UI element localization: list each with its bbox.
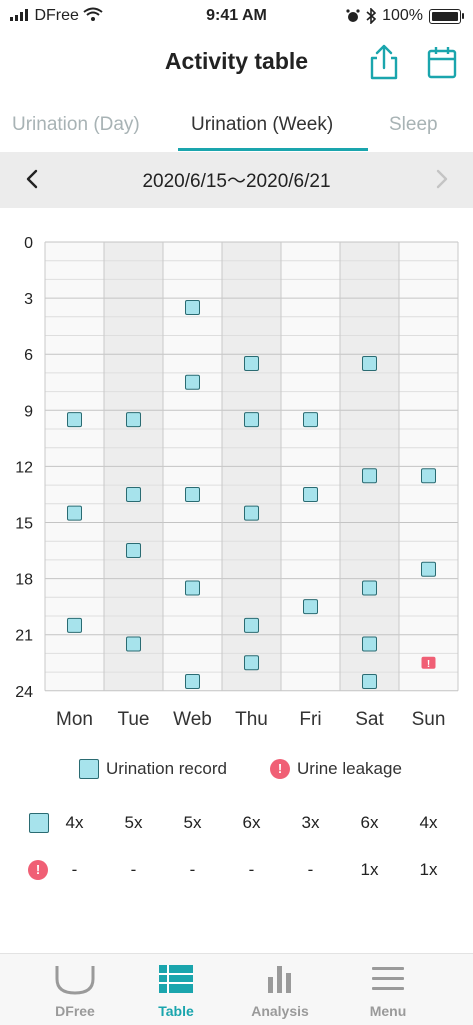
active-tab-indicator	[178, 148, 368, 151]
urination-record-marker	[185, 299, 200, 315]
y-tick-label: 9	[24, 403, 33, 420]
legend-record-label: Urination record	[106, 759, 227, 778]
urination-record-marker	[303, 486, 318, 502]
y-tick-label: 12	[15, 459, 33, 476]
tab-urination-day[interactable]: Urination (Day)	[12, 114, 140, 136]
urination-record-marker	[244, 505, 259, 521]
urination-record-marker	[185, 374, 200, 390]
y-tick-label: 0	[24, 235, 33, 252]
urination-record-marker	[303, 599, 318, 615]
legend-leakage-label: Urine leakage	[297, 759, 402, 778]
leakage-marker-glyph: !	[427, 659, 430, 670]
urination-record-marker	[244, 356, 259, 372]
urination-record-marker	[126, 543, 141, 559]
battery-icon	[429, 8, 464, 24]
date-range-bar: 2020/6/15～2020/6/21	[0, 152, 473, 208]
urination-record-marker	[185, 580, 200, 596]
urination-record-marker	[362, 673, 377, 689]
leak-count-fri: -	[307, 860, 314, 879]
nav-table-label: Table	[158, 1003, 194, 1019]
urination-record-marker	[126, 412, 141, 428]
leak-count-mon: -	[71, 860, 78, 879]
leak-count-tue: -	[130, 860, 137, 879]
status-bar: DFree 9:41 AM 100%	[0, 0, 473, 34]
dfree-icon	[55, 966, 95, 995]
weekly-urination-chart: 0 3 6 9 12 15 18 21 24 Mon Tue Web Thu Fri Sat Sun!	[15, 235, 459, 730]
urination-record-legend-icon	[79, 759, 99, 779]
x-day-label: Tue	[117, 709, 149, 730]
urination-record-marker	[126, 486, 141, 502]
summary-table: ! 4x 5x 5x 6x 3x 6x 4x - - - - - 1x 1x	[0, 808, 473, 888]
header: Activity table	[0, 34, 473, 92]
y-tick-label: 24	[15, 684, 33, 701]
urination-record-marker	[244, 655, 259, 671]
urine-leakage-legend-icon: !	[270, 759, 290, 779]
urination-record-marker	[67, 412, 82, 428]
bar-chart-icon	[268, 966, 291, 993]
bottom-nav: DFree Table Analysis Menu	[0, 953, 473, 1025]
record-count-mon: 4x	[65, 813, 84, 832]
record-count-wed: 5x	[183, 813, 202, 832]
battery-percent: 100%	[382, 7, 423, 24]
date-range: 2020/6/15～2020/6/21	[142, 171, 331, 192]
share-icon[interactable]	[366, 42, 402, 82]
record-count-fri: 3x	[301, 813, 320, 832]
x-day-label: Sun	[412, 709, 446, 730]
nav-menu[interactable]: Menu	[329, 954, 447, 1025]
urination-record-marker	[303, 412, 318, 428]
nav-analysis[interactable]: Analysis	[221, 954, 339, 1025]
tab-sleep[interactable]: Sleep	[389, 114, 438, 136]
urination-record-marker	[362, 636, 377, 652]
leak-count-thu: -	[248, 860, 255, 879]
x-day-label: Sat	[355, 709, 384, 730]
y-tick-label: 21	[15, 628, 33, 645]
urination-record-marker	[244, 617, 259, 633]
urination-record-marker	[185, 673, 200, 689]
urination-record-marker	[67, 505, 82, 521]
alarm-icon	[346, 9, 360, 22]
x-day-label: Mon	[56, 709, 93, 730]
nav-table[interactable]: Table	[117, 954, 235, 1025]
record-count-sat: 6x	[360, 813, 379, 832]
urination-record-marker	[362, 356, 377, 372]
status-right: 100%	[346, 7, 464, 25]
chevron-right-icon[interactable]	[432, 166, 452, 192]
urination-record-marker	[362, 580, 377, 596]
x-day-label: Fri	[299, 709, 321, 730]
x-day-label: Thu	[235, 709, 268, 730]
tab-urination-week[interactable]: Urination (Week)	[191, 114, 333, 136]
urination-record-marker	[126, 636, 141, 652]
y-tick-label: 3	[24, 291, 33, 308]
tab-bar: Urination (Day) Urination (Week) Sleep	[0, 100, 473, 152]
page-title: Activity table	[164, 48, 309, 74]
record-count-thu: 6x	[242, 813, 261, 832]
y-tick-label: 15	[15, 516, 33, 533]
urination-record-marker	[185, 486, 200, 502]
urination-record-marker	[421, 468, 436, 484]
urination-record-marker	[362, 468, 377, 484]
urination-record-marker	[244, 412, 259, 428]
y-tick-label: 6	[24, 347, 33, 364]
leak-count-sun: 1x	[419, 860, 438, 879]
urination-record-marker	[67, 617, 82, 633]
record-count-tue: 5x	[124, 813, 143, 832]
table-icon	[159, 965, 193, 993]
nav-analysis-label: Analysis	[251, 1003, 309, 1019]
y-tick-label: 18	[15, 572, 33, 589]
bluetooth-icon	[366, 8, 377, 24]
record-count-sun: 4x	[419, 813, 438, 832]
leak-count-sat: 1x	[360, 860, 379, 879]
urination-record-marker	[421, 561, 436, 577]
menu-icon	[372, 967, 404, 990]
x-day-label: Web	[173, 709, 212, 730]
legend: Urination record ! Urine leakage	[0, 752, 473, 786]
nav-menu-label: Menu	[369, 1003, 407, 1019]
leak-count-wed: -	[189, 860, 196, 879]
calendar-icon[interactable]	[424, 42, 460, 82]
